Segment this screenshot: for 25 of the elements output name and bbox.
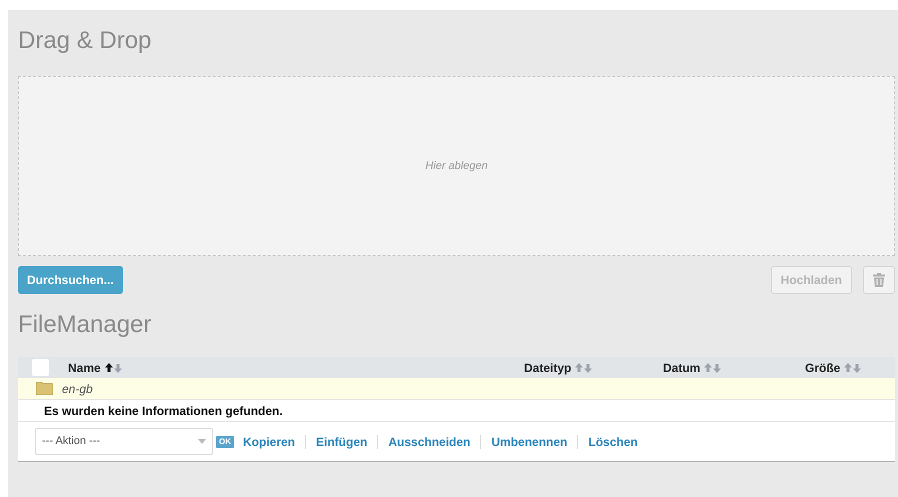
dropdown-caret-icon: [198, 439, 206, 444]
column-header[interactable]: Dateityp: [524, 358, 572, 376]
folder-row[interactable]: en-gb: [18, 378, 895, 400]
sort-icon[interactable]: [104, 362, 122, 372]
action-link[interactable]: Löschen: [588, 432, 638, 450]
browse-button[interactable]: Durchsuchen...: [18, 266, 123, 294]
select-all-checkbox[interactable]: [32, 359, 49, 376]
empty-message: Es wurden keine Informationen gefunden.: [44, 402, 283, 420]
ok-button[interactable]: OK: [216, 436, 234, 448]
section-title: Drag & Drop: [18, 26, 152, 56]
action-link[interactable]: Umbenennen: [491, 432, 568, 450]
column-header[interactable]: Datum: [663, 358, 700, 376]
file-name: en-gb: [62, 380, 93, 398]
section-title: FileManager: [18, 310, 152, 340]
dropzone[interactable]: Hier ablegen: [18, 76, 895, 256]
dropzone-hint: Hier ablegen: [425, 158, 488, 174]
action-link[interactable]: Ausschneiden: [388, 432, 470, 450]
column-header[interactable]: Name: [68, 358, 101, 376]
action-link[interactable]: Kopieren: [243, 432, 296, 450]
action-select[interactable]: --- Aktion ---: [35, 428, 213, 455]
trash-icon: [873, 273, 885, 287]
delete-button[interactable]: [863, 266, 895, 294]
folder-icon: [36, 382, 53, 395]
action-link[interactable]: Einfügen: [316, 432, 368, 450]
column-header[interactable]: Größe: [805, 358, 840, 376]
